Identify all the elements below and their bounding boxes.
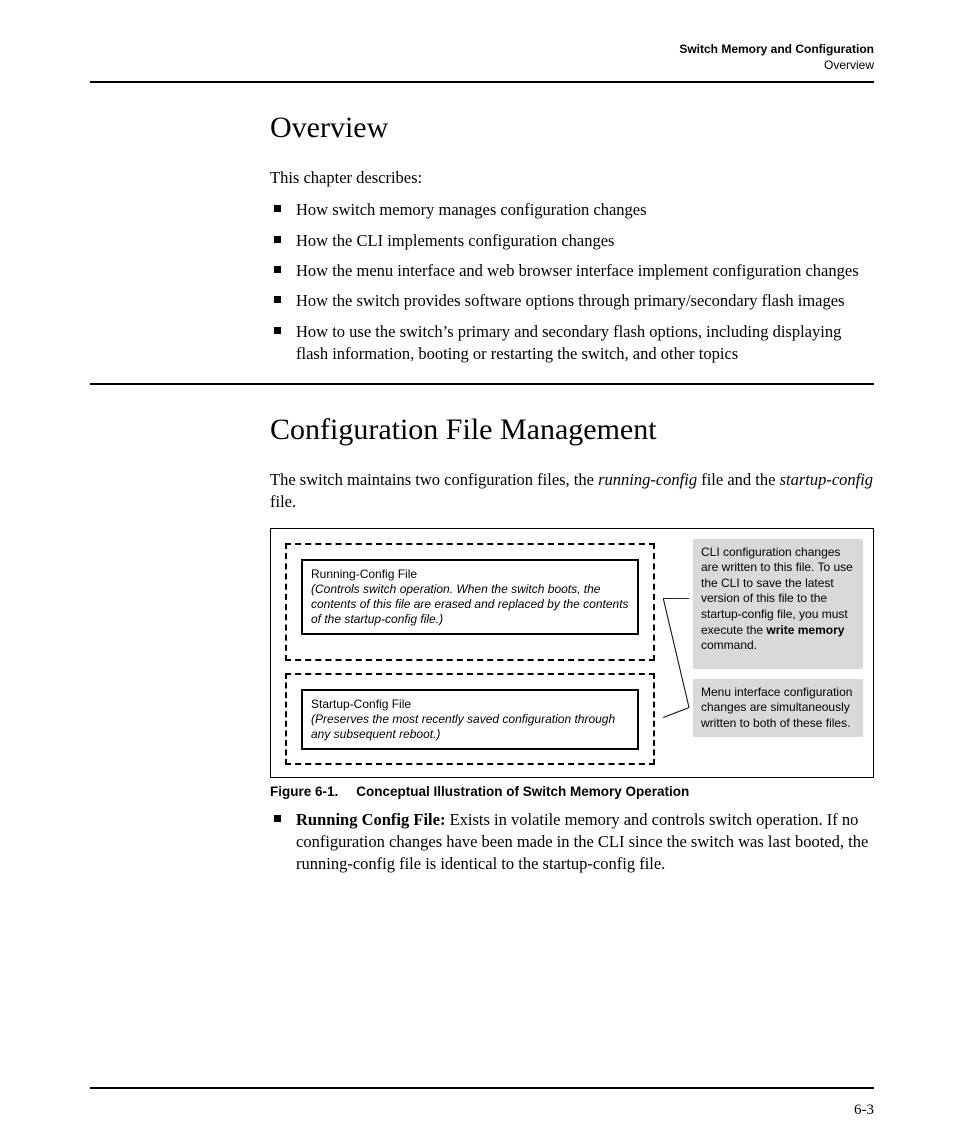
callout-menu: Menu interface configu­ration changes ar… — [693, 679, 863, 738]
overview-bullet: How to use the switch’s primary and seco… — [270, 321, 874, 366]
text: file and the — [697, 470, 779, 489]
top-rule — [90, 81, 874, 83]
running-header-chapter: Switch Memory and Configuration — [679, 42, 874, 56]
list-item: Running Config File: Exists in volatile … — [270, 809, 874, 876]
page-number: 6-3 — [854, 1102, 874, 1119]
bottom-rule — [90, 1087, 874, 1089]
volatile-memory-box: Running-Config File (Controls switch ope… — [285, 543, 655, 661]
flash-memory-box: Startup-Config File (Preserves the most … — [285, 673, 655, 765]
running-header: Switch Memory and Configuration Overview — [90, 42, 874, 73]
startup-config-box: Startup-Config File (Preserves the most … — [301, 689, 639, 750]
overview-bullet: How the menu interface and web browser i… — [270, 260, 874, 282]
running-config-box: Running-Config File (Controls switch ope… — [301, 559, 639, 635]
text: command. — [701, 638, 757, 652]
content-section-2: Configuration File Management The switch… — [270, 413, 874, 875]
content-section-1: Overview This chapter describes: How swi… — [270, 111, 874, 365]
running-config-title: Running-Config File — [311, 567, 629, 582]
overview-bullet: How switch memory manages configuration … — [270, 199, 874, 221]
startup-config-title: Startup-Config File — [311, 697, 629, 712]
figure-caption: Figure 6-1. Conceptual Illustration of Sw… — [270, 784, 874, 799]
config-intro-para: The switch maintains two configuration f… — [270, 469, 874, 514]
running-config-definition: Running Config File: Exists in volatile … — [270, 809, 874, 876]
figure-title: Conceptual Illustration of Switch Memory… — [356, 784, 689, 799]
section-title-overview: Overview — [270, 111, 874, 145]
running-config-desc: (Controls switch operation. When the swi… — [311, 582, 629, 627]
text: The switch maintains two configuration f… — [270, 470, 598, 489]
text: file. — [270, 492, 296, 511]
section-title-config: Configuration File Management — [270, 413, 874, 447]
startup-config-desc: (Preserves the most recently saved confi… — [311, 712, 629, 742]
write-memory-cmd: write memory — [766, 623, 844, 637]
overview-bullet: How the CLI implements configuration cha… — [270, 230, 874, 252]
startup-config-term: startup-config — [780, 470, 874, 489]
section-rule — [90, 383, 874, 385]
overview-intro: This chapter describes: — [270, 167, 874, 189]
callout-cli: CLI configuration changes are written to… — [693, 539, 863, 669]
figure-number: Figure 6-1. — [270, 784, 338, 799]
definition-term: Running Config File: — [296, 810, 445, 829]
overview-bullet: How the switch provides software options… — [270, 290, 874, 312]
running-config-term: running-config — [598, 470, 697, 489]
overview-bullets: How switch memory manages configuration … — [270, 199, 874, 365]
running-header-section: Overview — [824, 58, 874, 72]
page: Switch Memory and Configuration Overview… — [0, 0, 954, 1145]
figure-6-1: Running-Config File (Controls switch ope… — [270, 528, 874, 778]
